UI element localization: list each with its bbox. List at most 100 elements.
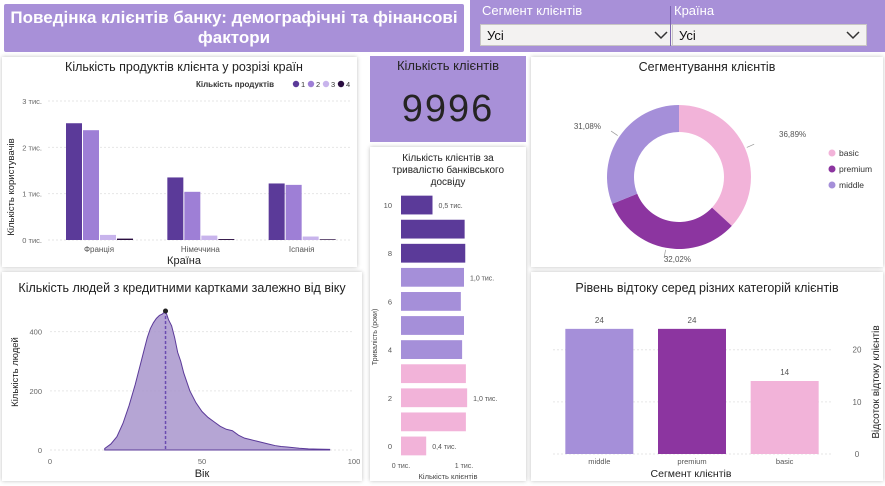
- x-tick-label: basic: [776, 457, 794, 466]
- x-tick-label: 100: [348, 457, 361, 466]
- country-slicer: Країна Усі: [666, 0, 871, 52]
- age-chart: Кількість людей з кредитними картками за…: [10, 281, 361, 480]
- x-tick-label: 0 тис.: [392, 463, 410, 470]
- country-dropdown[interactable]: Усі: [672, 24, 867, 46]
- y-tick-label: 0: [38, 446, 42, 455]
- bar: [218, 239, 235, 240]
- bar: [302, 236, 319, 240]
- bar: [401, 340, 463, 359]
- legend-marker: [322, 80, 330, 88]
- legend-label: 3: [331, 80, 335, 89]
- donut-slice: [607, 105, 679, 204]
- bar: [184, 191, 201, 240]
- y-tick-label: 10: [384, 201, 392, 210]
- page-title: Поведінка клієнтів банку: демографічні т…: [4, 4, 464, 52]
- leader-line: [610, 130, 618, 136]
- data-label: 1,0 тис.: [473, 396, 497, 403]
- bar: [401, 436, 427, 456]
- y-axis-label: Відсоток відтоку клієнтів: [871, 325, 882, 438]
- segment-dropdown[interactable]: Усі: [480, 24, 675, 46]
- legend-title: Кількість продуктів: [196, 80, 274, 89]
- bar: [100, 234, 116, 240]
- chart-title-line: тривалістю банківського: [392, 164, 504, 176]
- y-tick-label: 6: [388, 297, 392, 306]
- chart-title: Сегментування клієнтів: [639, 60, 776, 74]
- data-label: 0,4 тис.: [432, 444, 456, 451]
- legend-marker: [337, 80, 345, 88]
- legend-marker: [828, 165, 836, 173]
- bar: [167, 177, 184, 240]
- y-axis-label: Тривалість (роки): [371, 309, 379, 366]
- x-tick-label: 1 тис.: [455, 463, 473, 470]
- x-axis-label: Країна: [167, 255, 202, 267]
- x-tick-label: Німеччина: [181, 245, 220, 254]
- slice-label: 32,02%: [664, 255, 691, 264]
- segmentation-card: Сегментування клієнтів 36,89% 32,02% 31,08…: [531, 57, 883, 267]
- products-by-country-chart: Кількість продуктів клієнта у розрізі кр…: [6, 60, 352, 267]
- y-tick-label: 0: [855, 450, 860, 459]
- data-label: 0,5 тис.: [439, 203, 463, 210]
- bar: [565, 328, 634, 454]
- kpi-value: 9996: [401, 88, 495, 130]
- chart-title: Кількість продуктів клієнта у розрізі кр…: [65, 60, 303, 74]
- legend-label: 1: [301, 80, 305, 89]
- chart-title: Кількість людей з кредитними картками за…: [18, 281, 346, 295]
- data-label: 24: [595, 316, 604, 325]
- tenure-card: Кількість клієнтів за тривалістю банківсь…: [370, 147, 526, 481]
- chart-title: Рівень відтоку серед різних категорій кл…: [575, 281, 839, 295]
- legend-marker: [292, 80, 300, 88]
- y-tick-label: 4: [388, 346, 392, 355]
- x-axis-label: Кількість клієнтів: [419, 472, 478, 481]
- bar: [401, 364, 466, 384]
- x-tick-label: middle: [588, 457, 610, 466]
- y-tick-label: 0: [388, 442, 392, 451]
- reference-marker: [163, 308, 169, 314]
- kpi-card: Кількість клієнтів 9996: [370, 56, 526, 142]
- country-slicer-label: Країна: [674, 3, 715, 18]
- age-card: Кількість людей з кредитними картками за…: [2, 272, 362, 481]
- legend-marker: [307, 80, 315, 88]
- legend-marker: [828, 181, 836, 189]
- bar: [319, 239, 336, 240]
- page-title-line2: фактори: [197, 28, 271, 47]
- products-by-country-card: Кількість продуктів клієнта у розрізі кр…: [2, 57, 357, 267]
- segment-dropdown-value: Усі: [487, 28, 504, 43]
- y-tick-label: 1 тис.: [22, 190, 42, 199]
- slicer-bar: Сегмент клієнтів Усі Країна Усі: [470, 0, 885, 52]
- bar: [117, 238, 133, 240]
- legend-label: basic: [839, 148, 860, 158]
- data-label: 14: [780, 368, 789, 377]
- chevron-down-icon: [846, 31, 860, 40]
- bar: [83, 130, 99, 240]
- kpi-title: Кількість клієнтів: [396, 58, 500, 73]
- y-tick-label: 3 тис.: [22, 97, 42, 106]
- slice-label: 31,08%: [574, 122, 601, 131]
- y-tick-label: 2: [388, 394, 392, 403]
- bar: [401, 388, 468, 408]
- tenure-chart: Кількість клієнтів затривалістю банківсь…: [371, 153, 504, 481]
- legend-label: premium: [839, 164, 872, 174]
- y-tick-label: 2 тис.: [22, 143, 42, 152]
- churn-card: Рівень відтоку серед різних категорій кл…: [531, 272, 883, 481]
- segmentation-chart: Сегментування клієнтів 36,89% 32,02% 31,08…: [574, 60, 872, 264]
- country-dropdown-value: Усі: [679, 28, 696, 43]
- y-tick-label: 10: [853, 398, 862, 407]
- y-tick-label: 400: [29, 328, 42, 337]
- x-tick-label: Франція: [84, 245, 114, 254]
- divider: [464, 6, 466, 46]
- x-axis-label: Вік: [195, 468, 210, 480]
- x-tick-label: 0: [48, 457, 52, 466]
- leader-line: [746, 143, 755, 148]
- x-axis-label: Сегмент клієнтів: [651, 468, 732, 480]
- bar: [401, 243, 466, 263]
- y-tick-label: 8: [388, 249, 392, 258]
- bar: [268, 183, 285, 240]
- x-tick-label: 50: [198, 457, 206, 466]
- data-label: 24: [688, 316, 697, 325]
- donut-slice: [612, 193, 732, 249]
- bar: [401, 316, 464, 335]
- donut-slice: [679, 105, 751, 226]
- y-tick-label: 0 тис.: [22, 236, 42, 245]
- segment-slicer-label: Сегмент клієнтів: [482, 3, 583, 18]
- chart-title-line: Кількість клієнтів за: [402, 153, 494, 164]
